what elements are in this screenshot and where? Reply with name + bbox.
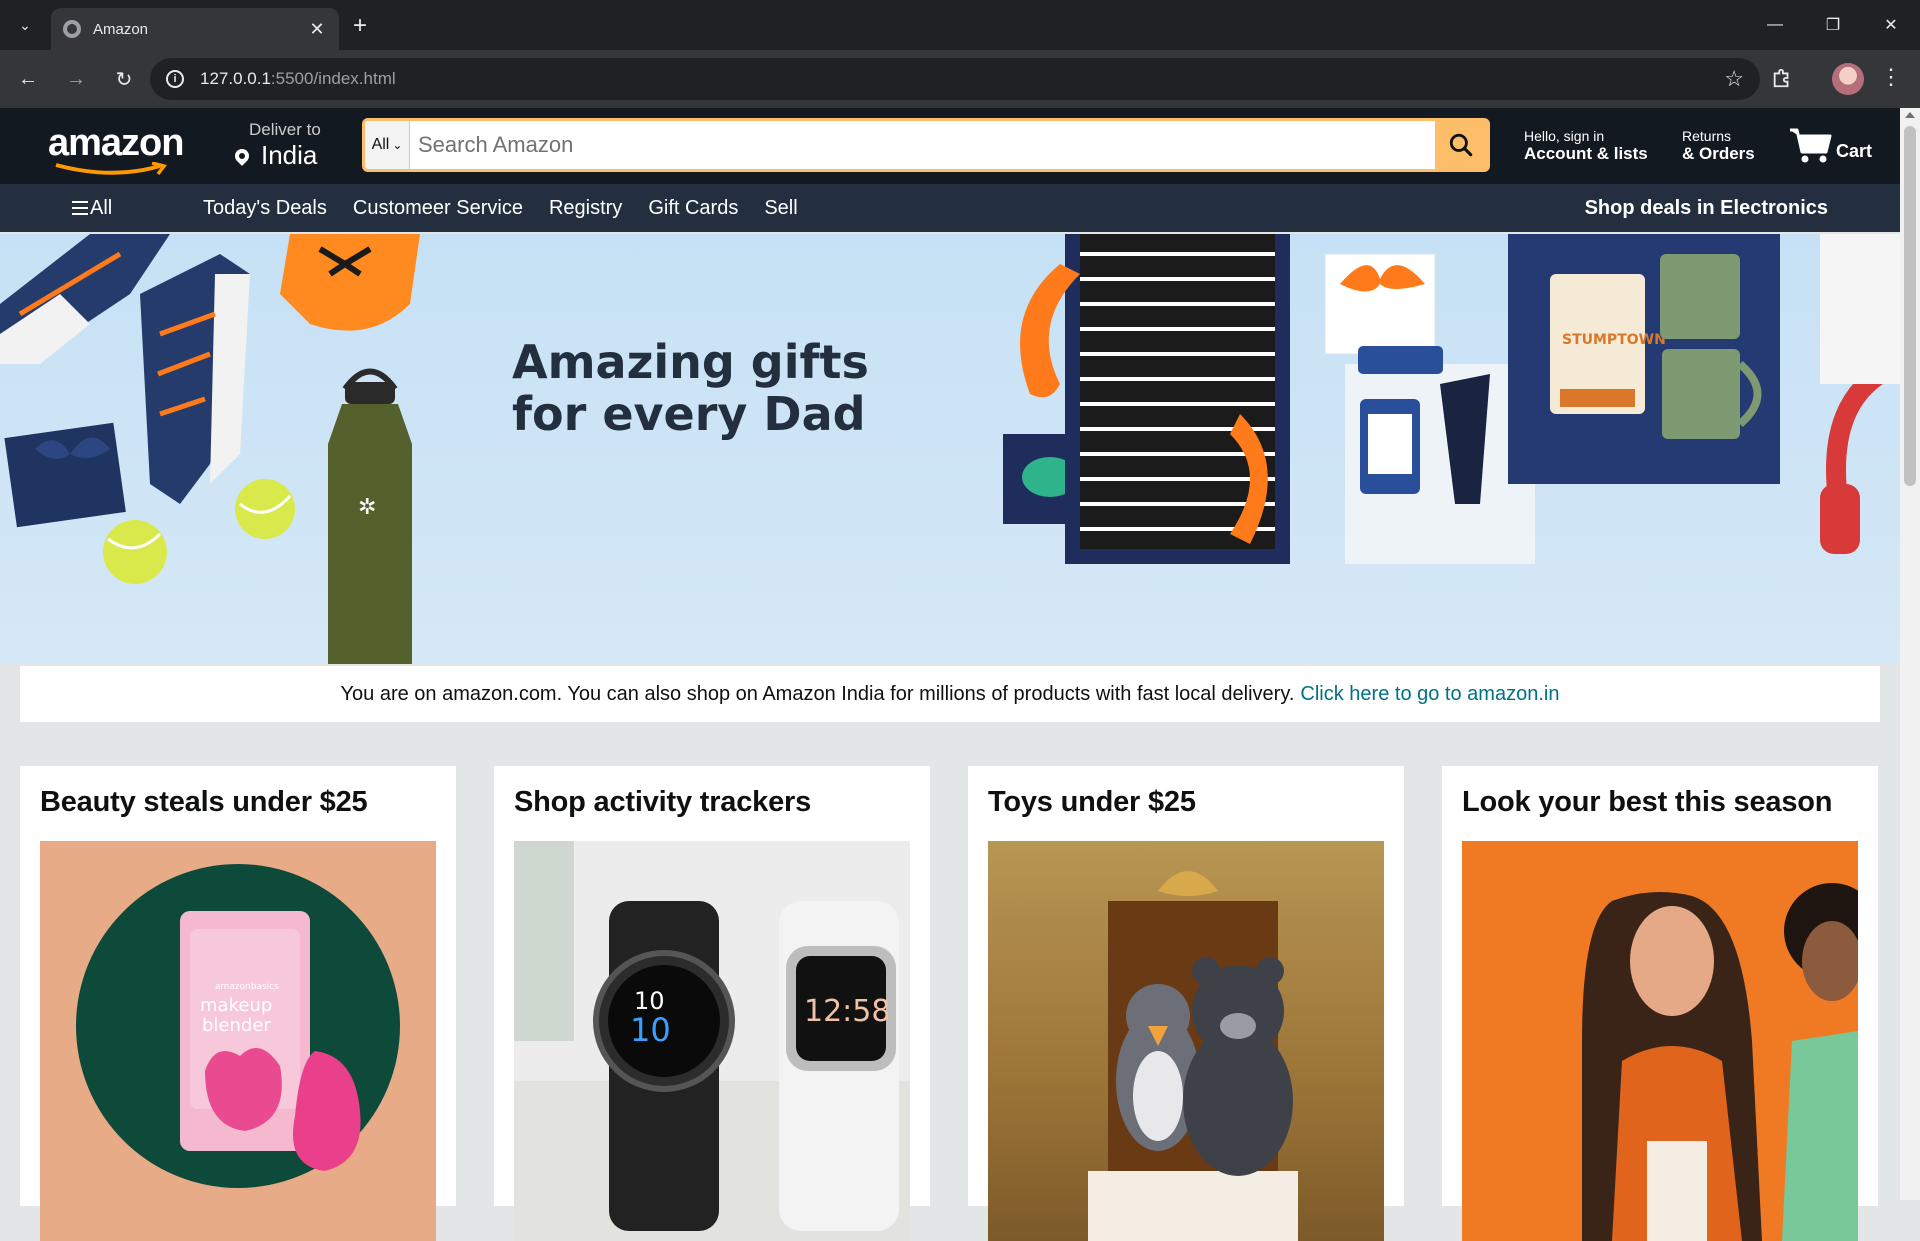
smartwatches-illustration: 10 10 12:58 <box>514 841 899 1231</box>
chevron-down-icon: ⌄ <box>392 138 403 152</box>
returns-orders[interactable]: Returns & Orders <box>1682 128 1755 164</box>
address-bar[interactable]: i 127.0.0.1:5500/index.html ☆ <box>150 58 1760 100</box>
location-notice: You are on amazon.com. You can also shop… <box>20 666 1880 722</box>
card-image-beauty[interactable]: amazonbasics makeup blender <box>40 841 436 1241</box>
extensions-puzzle-icon[interactable] <box>1768 64 1796 92</box>
hero-banner[interactable]: ✲ STUMPTOWN Amazing gifts for every Dad <box>0 234 1900 664</box>
models-illustration <box>1582 883 1858 1241</box>
image-text-brand: amazonbasics <box>215 982 279 992</box>
image-text-blender: blender <box>202 1015 271 1036</box>
new-tab-plus-icon[interactable]: + <box>353 12 367 40</box>
back-arrow-icon[interactable]: ← <box>8 59 48 99</box>
account-greeting: Hello, sign in <box>1524 128 1605 144</box>
deliver-to-label: Deliver to <box>249 120 321 139</box>
window-close-icon[interactable]: ✕ <box>1862 0 1920 50</box>
hero-title: Amazing gifts for every Dad <box>512 336 869 440</box>
watch-text-minute: 10 <box>630 1011 671 1049</box>
search-input[interactable] <box>410 121 1435 169</box>
card-title: Toys under $25 <box>988 786 1196 818</box>
amazon-nav: All Today's Deals Customeer Service Regi… <box>0 184 1920 232</box>
hamburger-icon <box>72 201 88 215</box>
nav-link-customer-service[interactable]: Customeer Service <box>353 197 523 220</box>
scrollbar-thumb[interactable] <box>1904 126 1916 486</box>
hero-illustration: ✲ STUMPTOWN <box>0 234 1900 664</box>
account-lists[interactable]: Hello, sign in Account & lists <box>1524 128 1648 164</box>
card-title: Look your best this season <box>1462 786 1833 818</box>
search-category-select[interactable]: All ⌄ <box>365 121 410 169</box>
all-menu-label: All <box>90 196 113 219</box>
image-text-makeup: makeup <box>200 995 272 1016</box>
tab-title: Amazon <box>93 20 149 38</box>
svg-text:STUMPTOWN: STUMPTOWN <box>1562 332 1666 348</box>
search-icon <box>1449 133 1473 157</box>
notice-text: You are on amazon.com. You can also shop… <box>340 682 1295 705</box>
cart-icon <box>1790 128 1832 163</box>
amazon-in-link[interactable]: Click here to go to amazon.in <box>1300 683 1559 706</box>
browser-toolbar: ← → ↻ i 127.0.0.1:5500/index.html ☆ ⋮ <box>0 50 1920 108</box>
watch-text-time: 12:58 <box>804 994 890 1029</box>
search-button[interactable] <box>1435 121 1487 169</box>
nav-link-registry[interactable]: Registry <box>549 197 622 220</box>
deliver-to[interactable]: Deliver to India <box>232 120 321 171</box>
nav-link-gift-cards[interactable]: Gift Cards <box>648 197 738 220</box>
hero-title-line-1: Amazing gifts <box>512 335 869 389</box>
browser-menu-icon[interactable]: ⋮ <box>1880 64 1902 90</box>
all-menu-button[interactable]: All <box>72 197 112 220</box>
amazon-header: amazon Deliver to India All ⌄ Hello, sig… <box>0 108 1920 184</box>
reload-icon[interactable]: ↻ <box>104 59 144 99</box>
amazon-logo[interactable]: amazon <box>48 122 184 165</box>
minimize-icon[interactable]: — <box>1746 0 1804 50</box>
tab-search-chevron-icon[interactable]: ⌄ <box>14 14 36 36</box>
page-scrollbar[interactable] <box>1900 108 1920 1200</box>
card-activity-trackers[interactable]: Shop activity trackers 10 10 12:58 <box>494 766 930 1241</box>
orders-label: & Orders <box>1682 144 1755 163</box>
profile-avatar[interactable] <box>1832 63 1864 95</box>
returns-label: Returns <box>1682 128 1732 144</box>
forward-arrow-icon[interactable]: → <box>56 59 96 99</box>
makeup-blender-illustration: amazonbasics makeup blender <box>76 864 400 1188</box>
close-tab-icon[interactable]: ✕ <box>307 19 327 40</box>
plush-toys-illustration <box>1088 871 1298 1241</box>
nav-link-sell[interactable]: Sell <box>764 197 797 220</box>
card-title: Beauty steals under $25 <box>40 786 368 818</box>
card-title: Shop activity trackers <box>514 786 812 818</box>
hero-title-line-2: for every Dad <box>512 387 866 441</box>
deliver-location: India <box>261 140 318 170</box>
nav-links: Today's Deals Customeer Service Registry… <box>203 197 798 220</box>
card-image-toys[interactable] <box>988 841 1384 1241</box>
card-image-trackers[interactable]: 10 10 12:58 <box>514 841 910 1241</box>
site-info-icon[interactable]: i <box>166 70 184 88</box>
search-bar: All ⌄ <box>362 118 1490 172</box>
nav-link-todays-deals[interactable]: Today's Deals <box>203 197 327 220</box>
logo-smile-icon <box>55 162 167 176</box>
cart-button[interactable]: Cart <box>1788 126 1872 164</box>
globe-icon <box>63 20 81 38</box>
bookmark-star-icon[interactable]: ☆ <box>1724 66 1744 92</box>
card-image-fashion[interactable] <box>1462 841 1858 1241</box>
window-controls: — ❐ ✕ <box>1746 0 1920 50</box>
card-fashion[interactable]: Look your best this season <box>1442 766 1878 1241</box>
nav-promo-electronics[interactable]: Shop deals in Electronics <box>1585 197 1828 220</box>
product-cards: Beauty steals under $25 amazonbasics mak… <box>20 766 1878 1241</box>
card-toys[interactable]: Toys under $25 <box>968 766 1404 1241</box>
scroll-up-arrow-icon[interactable] <box>1905 112 1915 118</box>
account-lists-label: Account & lists <box>1524 144 1648 163</box>
location-pin-icon <box>232 145 252 166</box>
restore-icon[interactable]: ❐ <box>1804 0 1862 50</box>
cart-label: Cart <box>1836 141 1873 161</box>
browser-tab-strip: ⌄ Amazon ✕ + — ❐ ✕ <box>0 0 1920 50</box>
svg-text:✲: ✲ <box>358 495 376 520</box>
url-path: :5500/index.html <box>270 69 396 88</box>
card-beauty[interactable]: Beauty steals under $25 amazonbasics mak… <box>20 766 456 1241</box>
url-host: 127.0.0.1 <box>200 69 271 88</box>
browser-tab[interactable]: Amazon ✕ <box>51 8 339 50</box>
search-category-label: All <box>371 136 390 153</box>
